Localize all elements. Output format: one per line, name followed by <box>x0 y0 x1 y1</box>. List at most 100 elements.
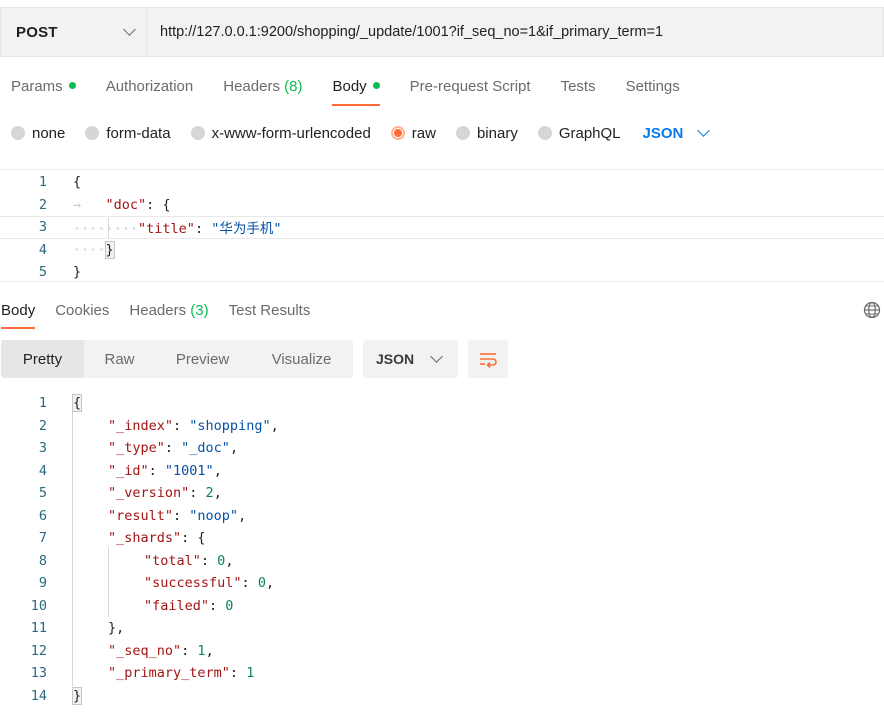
whitespace-marker: ········ <box>73 221 139 238</box>
radio-x-www-form-urlencoded[interactable]: x-www-form-urlencoded <box>190 125 371 142</box>
radio-label: binary <box>476 124 518 142</box>
json-separator: : <box>200 552 218 569</box>
view-label: Preview <box>175 350 230 368</box>
code-text: { <box>71 394 83 413</box>
wrap-lines-button[interactable] <box>468 340 508 378</box>
json-separator: : <box>194 221 212 238</box>
radio-label: form-data <box>106 124 171 142</box>
view-raw[interactable]: Raw <box>84 340 155 378</box>
view-mode-segmented-control: Pretty Raw Preview Visualize <box>1 340 353 378</box>
tab-settings[interactable]: Settings <box>626 68 680 106</box>
json-key-token: "_id" <box>108 462 149 479</box>
tab-cookies[interactable]: Cookies <box>55 296 109 329</box>
json-entry: "successful": 0, <box>144 575 274 591</box>
json-entry: "total": 0, <box>144 553 233 569</box>
code-text: ········"title": "华为手机" <box>73 217 281 237</box>
request-tabs: Params Authorization Headers (8) Body Pr… <box>0 68 710 106</box>
radio-icon <box>11 126 25 140</box>
json-separator: : <box>229 665 247 682</box>
response-body-viewer: 1{ 2 "_index": "shopping", 3 "_type": "_do… <box>0 392 884 714</box>
view-preview[interactable]: Preview <box>155 340 250 378</box>
json-separator: : <box>173 507 190 524</box>
headers-count: (3) <box>190 302 209 319</box>
method-select[interactable]: POST <box>0 7 146 57</box>
json-key: "doc": { <box>106 197 171 213</box>
radio-binary[interactable]: binary <box>455 124 518 142</box>
tab-tests[interactable]: Tests <box>561 68 596 106</box>
code-line: 14} <box>0 685 884 708</box>
request-body-editor[interactable]: 1 { 2 → "doc": { 3 ········"title": "华为手… <box>0 169 884 282</box>
tab-label: Params <box>11 78 63 95</box>
radio-form-data[interactable]: form-data <box>85 124 171 142</box>
wrap-lines-icon <box>480 353 497 368</box>
code-line: 9 "successful": 0, <box>0 572 884 595</box>
response-format-select[interactable]: JSON <box>363 340 458 378</box>
json-key-token: "_type" <box>108 440 165 457</box>
indent-guide <box>72 412 73 690</box>
body-format-select[interactable]: JSON <box>643 124 711 142</box>
code-line: 3 "_type": "_doc", <box>0 437 884 460</box>
radio-label: raw <box>411 124 436 142</box>
json-key-token: "successful" <box>144 575 242 592</box>
whitespace-marker: ···· <box>73 241 106 258</box>
body-type-options: none form-data x-www-form-urlencoded raw… <box>0 119 711 147</box>
tab-body[interactable]: Body <box>332 68 380 106</box>
json-entry: "result": "noop", <box>108 508 246 524</box>
radio-graphql[interactable]: GraphQL <box>537 125 621 142</box>
json-key-token: "_seq_no" <box>108 642 182 659</box>
line-number: 7 <box>38 530 47 547</box>
tab-label: Headers <box>129 302 187 319</box>
code-line: 2 → "doc": { <box>0 194 884 217</box>
code-text: "_shards": { <box>108 530 206 546</box>
code-line: 12 "_seq_no": 1, <box>0 640 884 663</box>
line-number: 10 <box>30 597 47 614</box>
json-key-token: "doc" <box>105 196 147 213</box>
code-text: } <box>71 686 83 705</box>
radio-none[interactable]: none <box>11 125 65 142</box>
json-key-token: "total" <box>144 552 201 569</box>
matched-brace: } <box>71 686 83 705</box>
json-separator: : <box>164 440 182 457</box>
tab-label: Test Results <box>228 302 311 319</box>
code-line-active: 3 ········"title": "华为手机" <box>0 216 884 239</box>
json-value-token: "华为手机" <box>211 221 282 238</box>
code-segment: } <box>73 264 82 281</box>
json-punctuation: , <box>225 552 234 569</box>
json-entry: "_type": "_doc", <box>108 440 238 456</box>
globe-icon[interactable] <box>863 301 881 319</box>
radio-label: none <box>32 124 66 142</box>
tab-params[interactable]: Params <box>11 68 76 106</box>
code-line: 1 { <box>0 171 884 194</box>
tab-test-results[interactable]: Test Results <box>229 296 311 329</box>
json-value-token: 0 <box>225 597 234 614</box>
radio-icon <box>85 126 100 140</box>
code-text: "_version": 2, <box>108 485 222 501</box>
json-separator: : <box>148 462 165 479</box>
line-number: 3 <box>38 440 47 457</box>
json-separator: : <box>241 575 258 592</box>
view-visualize[interactable]: Visualize <box>250 340 353 378</box>
json-key-token: "_primary_term" <box>108 665 230 682</box>
tab-response-body[interactable]: Body <box>1 296 36 329</box>
code-text: → "doc": { <box>73 197 171 213</box>
tab-pre-request-script[interactable]: Pre-request Script <box>410 68 531 106</box>
line-number: 5 <box>38 264 47 281</box>
tab-headers[interactable]: Headers (8) <box>223 68 302 106</box>
url-input[interactable]: http://127.0.0.1:9200/shopping/_update/1… <box>146 7 884 57</box>
json-value-token: "shopping" <box>189 417 271 434</box>
code-text: ····} <box>73 240 115 259</box>
radio-raw[interactable]: raw <box>390 124 436 142</box>
json-separator: : <box>173 417 190 434</box>
line-number: 1 <box>38 395 47 412</box>
json-value-token: 1 <box>246 665 255 682</box>
code-text: "total": 0, <box>144 553 233 569</box>
json-punctuation: , <box>238 507 247 524</box>
line-number: 6 <box>38 507 47 524</box>
tab-response-headers[interactable]: Headers (3) <box>129 296 208 329</box>
json-entry: "_shards": { <box>108 530 206 546</box>
tab-label: Settings <box>625 78 680 95</box>
json-entry: "_version": 2, <box>108 485 222 501</box>
tab-authorization[interactable]: Authorization <box>106 68 194 106</box>
view-pretty[interactable]: Pretty <box>1 340 84 378</box>
json-key-token: "_shards" <box>108 530 182 547</box>
